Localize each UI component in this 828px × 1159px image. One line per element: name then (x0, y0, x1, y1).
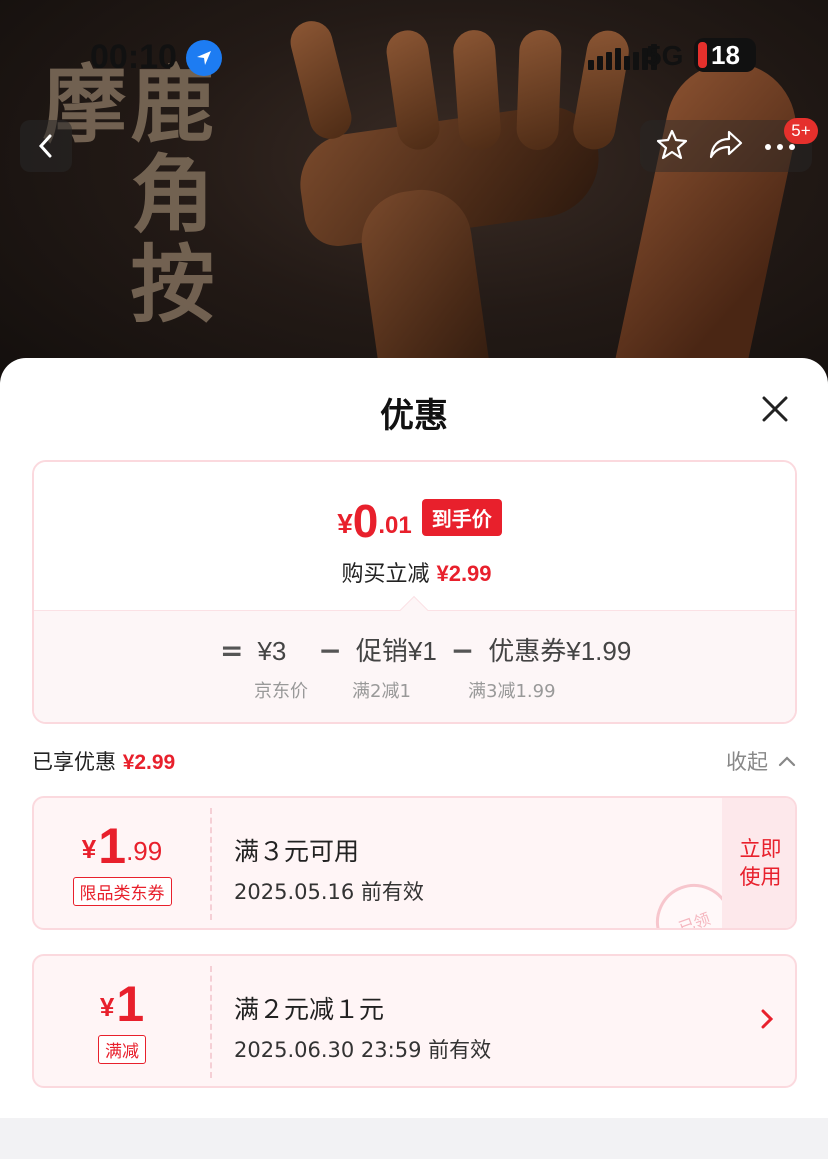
use-now-button[interactable]: 立即使用 (722, 798, 795, 928)
favorite-button[interactable] (656, 128, 688, 164)
promo-condition: 满2减1 (352, 681, 411, 702)
promotion-currency: ¥ (99, 991, 115, 1022)
battery-icon: 18 (694, 38, 756, 72)
promotion-amount-integer: 1 (116, 975, 145, 1032)
minus-sign: − (450, 634, 475, 667)
battery-level (698, 42, 707, 68)
promotion-type-tag: 满减 (98, 1034, 146, 1064)
promotion-value-panel: ¥ 1 满减 (34, 956, 210, 1086)
coupon-amount-decimal: .99 (126, 835, 163, 866)
final-price-row: ¥ 0 .01 到手价 (34, 498, 795, 544)
product-calligraphy: 鹿角按摩 (29, 60, 216, 330)
coupon-condition: 满3减1.99 (468, 681, 556, 702)
equals-sign: = (220, 634, 244, 667)
enjoyed-discount: 已享优惠 ¥2.99 (32, 746, 175, 776)
saved-label: 购买立减 (341, 562, 430, 587)
final-price-integer: 0 (352, 495, 379, 547)
coupon-card[interactable]: ¥ 1 .99 限品类东券 满３元可用 2025.05.16 前有效 已领 立即… (32, 796, 797, 930)
coupon-discount: 优惠券¥1.99 (488, 636, 632, 666)
more-dots-icon (764, 143, 795, 150)
coupon-divider (210, 808, 212, 920)
promotion-divider (210, 966, 212, 1078)
final-price-section: ¥ 0 .01 到手价 购买立减 ¥2.99 (34, 462, 795, 610)
promotion-amount: ¥ 1 (100, 979, 144, 1029)
coupon-type-tag: 限品类东券 (72, 876, 172, 906)
final-price: ¥ 0 .01 (337, 498, 412, 544)
chevron-right-icon[interactable] (756, 1004, 778, 1034)
breakdown-equation: = ¥3 − 促销¥1 − 优惠券¥1.99 (220, 631, 631, 668)
coupon-condition: 满３元可用 (234, 837, 360, 866)
collapse-toggle[interactable]: 收起 (726, 746, 796, 776)
saved-amount-row: 购买立减 ¥2.99 (34, 556, 795, 588)
price-summary-card: ¥ 0 .01 到手价 购买立减 ¥2.99 = ¥3 − 促销¥1 − 优惠券… (32, 460, 797, 724)
comb-tooth (515, 29, 563, 151)
enjoyed-value: ¥2.99 (122, 751, 176, 774)
comb-tooth (451, 28, 503, 152)
chevron-left-icon (38, 134, 52, 158)
use-now-label: 立即使用 (739, 837, 782, 889)
close-icon (762, 396, 788, 422)
promotion-card[interactable]: ¥ 1 满减 满２元减１元 2025.06.30 23:59 前有效 (32, 954, 797, 1088)
network-type: 5G (646, 40, 684, 71)
promotion-expiry: 2025.06.30 23:59 前有效 (234, 1038, 492, 1062)
minus-sign: − (318, 634, 342, 667)
comb-tooth (286, 16, 356, 144)
enjoyed-label: 已享优惠 (32, 750, 116, 774)
coupon-amount: ¥ 1 .99 (82, 821, 162, 871)
chevron-up-icon (778, 756, 796, 767)
base-price: ¥3 (257, 636, 287, 666)
close-button[interactable] (756, 390, 794, 428)
collapse-label: 收起 (726, 750, 768, 774)
coupon-currency: ¥ (81, 833, 97, 864)
promotion-condition: 满２元减１元 (234, 995, 385, 1024)
promo-discount: 促销¥1 (355, 636, 437, 666)
massage-stick (601, 50, 809, 400)
sheet-title: 优惠 (380, 396, 448, 436)
message-count-badge: 5+ (784, 118, 818, 144)
base-price-label: 京东价 (254, 681, 308, 702)
coupon-amount-integer: 1 (98, 817, 127, 874)
share-icon (709, 130, 743, 159)
coupon-value-panel: ¥ 1 .99 限品类东券 (34, 798, 210, 928)
star-icon (657, 129, 688, 160)
saved-value: ¥2.99 (436, 561, 492, 586)
location-arrow-icon (186, 40, 222, 76)
share-button[interactable] (709, 128, 743, 164)
status-time: 00:10 (90, 38, 177, 76)
final-price-symbol: ¥ (337, 508, 353, 539)
sheet-footer (0, 1118, 828, 1159)
coupon-expiry: 2025.05.16 前有效 (234, 880, 424, 904)
price-breakdown: = ¥3 − 促销¥1 − 优惠券¥1.99 京东价 满2减1 满3减1.99 (34, 595, 795, 722)
final-price-tag: 到手价 (421, 499, 502, 536)
back-button[interactable] (20, 120, 72, 172)
final-price-decimal: .01 (378, 512, 412, 539)
battery-percent: 18 (711, 39, 740, 70)
discount-sheet: 优惠 ¥ 0 .01 到手价 购买立减 ¥2.99 = ¥3 − 促销¥1 − … (0, 358, 828, 1118)
